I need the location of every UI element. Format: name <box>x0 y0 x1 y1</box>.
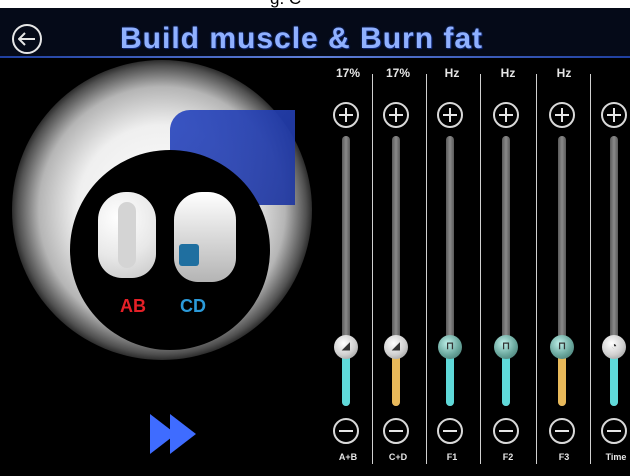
header-bar: Build muscle & Burn fat <box>0 8 630 58</box>
slider-knob[interactable]: ◢ <box>384 334 408 359</box>
minus-button[interactable] <box>549 418 575 444</box>
slider-value: Hz <box>444 66 460 80</box>
plus-button[interactable] <box>601 102 627 128</box>
slider-knob[interactable]: ◔ <box>602 334 626 359</box>
pulse-icon: ⊓ <box>558 341 566 353</box>
slider-label: Time <box>605 452 627 462</box>
slider-column: Hz ⊓ F3 <box>536 66 592 468</box>
slider-divider <box>480 74 481 464</box>
back-button[interactable] <box>12 24 42 54</box>
pulse-icon: ⊓ <box>502 341 510 353</box>
electrode-pad-cd[interactable] <box>174 192 236 282</box>
slider-divider <box>590 74 591 464</box>
slider-label: C+D <box>388 452 408 462</box>
pulse-icon: ⊓ <box>446 341 454 353</box>
top-caption: g. C <box>270 0 301 8</box>
plus-button[interactable] <box>333 102 359 128</box>
slider-label: A+B <box>338 452 358 462</box>
pad-cd-patch <box>179 244 199 266</box>
minus-button[interactable] <box>601 418 627 444</box>
plus-button[interactable] <box>549 102 575 128</box>
minus-button[interactable] <box>333 418 359 444</box>
arrow-left-icon <box>18 32 35 46</box>
plus-button[interactable] <box>383 102 409 128</box>
ramp-icon: ◢ <box>392 341 400 353</box>
minus-button[interactable] <box>437 418 463 444</box>
slider-column: 17% ◢ A+B <box>320 66 376 468</box>
minus-button[interactable] <box>493 418 519 444</box>
minus-button[interactable] <box>383 418 409 444</box>
slider-knob[interactable]: ⊓ <box>438 334 462 359</box>
slider-column: ◔ Time <box>588 66 630 468</box>
top-crop-strip: g. C <box>0 0 630 8</box>
slider-knob[interactable]: ⊓ <box>494 334 518 359</box>
plus-button[interactable] <box>493 102 519 128</box>
slider-knob[interactable]: ⊓ <box>550 334 574 359</box>
slider-label: F2 <box>502 452 514 462</box>
slider-divider <box>426 74 427 464</box>
pad-ab-groove <box>118 202 136 268</box>
play-icon-right <box>170 414 196 454</box>
plus-button[interactable] <box>437 102 463 128</box>
slider-column: Hz ⊓ F2 <box>480 66 536 468</box>
label-ab: AB <box>120 296 146 316</box>
electrode-pad-ab[interactable] <box>98 192 156 278</box>
slider-divider <box>372 74 373 464</box>
play-button[interactable] <box>150 414 202 454</box>
slider-label: F1 <box>446 452 458 462</box>
ramp-icon: ◢ <box>342 341 350 353</box>
slider-divider <box>536 74 537 464</box>
slider-value: 17% <box>385 66 411 80</box>
slider-column: 17% ◢ C+D <box>370 66 426 468</box>
slider-value: 17% <box>335 66 361 80</box>
slider-knob[interactable]: ◢ <box>334 334 358 359</box>
slider-value: Hz <box>500 66 516 80</box>
slider-label: F3 <box>558 452 570 462</box>
page-title: Build muscle & Burn fat <box>120 22 484 55</box>
slider-value: Hz <box>556 66 572 80</box>
clock-icon: ◔ <box>610 341 618 353</box>
slider-column: Hz ⊓ F1 <box>424 66 480 468</box>
label-cd: CD <box>180 296 206 316</box>
